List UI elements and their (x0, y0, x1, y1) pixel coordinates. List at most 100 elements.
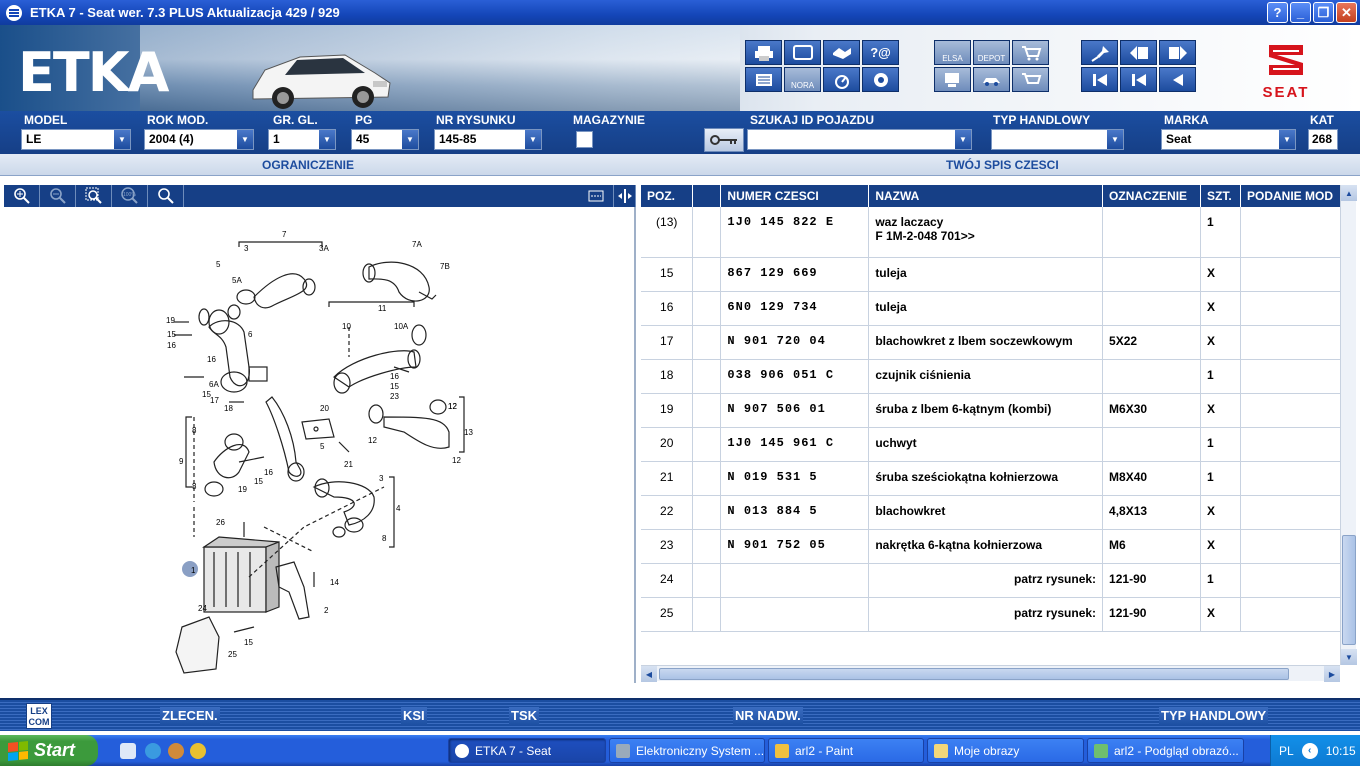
tray-arrow-icon[interactable]: ‹ (1301, 742, 1318, 759)
callout-label[interactable]: 14 (330, 578, 339, 587)
callout-label[interactable]: 16 (264, 468, 273, 477)
typ-handlowy-select[interactable]: ▼ (991, 129, 1124, 150)
kat-field[interactable]: 268 (1308, 129, 1338, 150)
back-icon[interactable] (1120, 67, 1157, 92)
messenger-icon[interactable] (168, 743, 184, 759)
callout-label[interactable]: 3 (244, 244, 249, 253)
callout-label[interactable]: 17 (210, 396, 219, 405)
col-podanie[interactable]: PODANIE MOD (1240, 185, 1356, 207)
rok-mod-select[interactable]: 2004 (4) ▼ (144, 129, 254, 150)
callout-label[interactable]: 15 (244, 638, 253, 647)
table-row[interactable]: (13) 1J0 145 822 Ewaz laczacy F 1M-2-048 7… (641, 207, 1356, 258)
zoom-out-icon[interactable] (40, 185, 76, 207)
callout-label[interactable]: 18 (224, 404, 233, 413)
typ-handlowy-button[interactable]: TYP HANDLOWY (1159, 707, 1269, 726)
pin-icon[interactable] (1081, 40, 1118, 65)
col-poz[interactable]: POZ. (641, 185, 694, 207)
search-icon[interactable] (148, 185, 184, 207)
nr-rysunku-select[interactable]: 145-85 ▼ (434, 129, 542, 150)
callout-label[interactable]: 16 (207, 355, 216, 364)
model-select[interactable]: LE ▼ (21, 129, 131, 150)
callout-label[interactable]: 24 (198, 604, 207, 613)
task-elektroniczny[interactable]: Elektroniczny System ... (609, 738, 765, 763)
minimize-button[interactable]: _ (1290, 2, 1311, 23)
szukaj-id-select[interactable]: ▼ (747, 129, 972, 150)
pg-select[interactable]: 45 ▼ (351, 129, 419, 150)
prev-icon[interactable] (1159, 67, 1196, 92)
callout-label[interactable]: 16 (390, 372, 399, 381)
table-row[interactable]: 15 867 129 669 tuleja X (641, 257, 1356, 292)
exploded-diagram[interactable]: 7 3 3A 5 5A 7A 7B 19 15 16 6 16 6A 15 17 18 10 11 10A 16 15 2… (4, 207, 636, 683)
close-button[interactable]: ✕ (1336, 2, 1357, 23)
zlecen-button[interactable]: ZLECEN. (160, 707, 220, 726)
col-blank[interactable] (692, 185, 722, 207)
callout-label[interactable]: 12 (452, 456, 461, 465)
next-page-icon[interactable] (1159, 40, 1196, 65)
language-indicator[interactable]: PL (1279, 744, 1294, 758)
table-row[interactable]: 25 patrz rysunek: 121-90 X (641, 597, 1356, 632)
table-row[interactable]: 20 1J0 145 961 C uchwyt 1 (641, 427, 1356, 462)
col-szt[interactable]: SZT. (1200, 185, 1241, 207)
callout-label[interactable]: 11 (378, 304, 387, 313)
callout-label[interactable]: 9 (179, 457, 184, 466)
media-icon[interactable] (190, 743, 206, 759)
callout-label[interactable]: 26 (216, 518, 225, 527)
callout-label[interactable]: 20 (320, 404, 329, 413)
table-row[interactable]: 24 patrz rysunek: 121-90 1 (641, 563, 1356, 598)
callout-label[interactable]: 21 (344, 460, 353, 469)
callout-label[interactable]: 15 (254, 477, 263, 486)
callout-label[interactable]: 15 (167, 330, 176, 339)
callout-label[interactable]: 15 (390, 382, 399, 391)
car-search-icon[interactable] (973, 67, 1010, 92)
start-button[interactable]: Start (0, 735, 98, 766)
table-row[interactable]: 21 N 019 531 5 śruba sześciokątna kołnierz… (641, 461, 1356, 496)
callout-label[interactable]: 2 (324, 606, 329, 615)
callout-label[interactable]: 1 (191, 566, 196, 575)
fit-width-icon[interactable] (578, 185, 614, 207)
callout-label[interactable]: 19 (166, 316, 175, 325)
depot-button[interactable]: DEPOT (973, 40, 1010, 65)
callout-label[interactable]: 5 (216, 260, 221, 269)
table-row[interactable]: 17 N 901 720 04 blachowkret z lbem soczewk… (641, 325, 1356, 360)
callout-label[interactable]: 5A (232, 276, 242, 285)
elsa-button[interactable]: ELSA (934, 40, 971, 65)
task-podglad[interactable]: arl2 - Podgląd obrazó... (1087, 738, 1244, 763)
task-paint[interactable]: arl2 - Paint (768, 738, 924, 763)
zoom-in-icon[interactable] (4, 185, 40, 207)
tsk-button[interactable]: TSK (509, 707, 539, 726)
callout-label[interactable]: 7A (412, 240, 422, 249)
prev-page-icon[interactable] (1120, 40, 1157, 65)
callout-label[interactable]: 12 (368, 436, 377, 445)
callout-label[interactable]: 6 (248, 330, 253, 339)
screen-icon[interactable] (784, 40, 821, 65)
desktop-icon[interactable] (120, 743, 136, 759)
callout-label[interactable]: 6A (209, 380, 219, 389)
table-row[interactable]: 16 6N0 129 734 tuleja X (641, 291, 1356, 326)
help-email-icon[interactable]: ?@ (862, 40, 899, 65)
callout-label[interactable]: 19 (238, 485, 247, 494)
callout-label[interactable]: 8 (382, 534, 387, 543)
help-button[interactable]: ? (1267, 2, 1288, 23)
list-icon[interactable] (745, 67, 782, 92)
key-icon[interactable] (704, 128, 744, 152)
basket-icon[interactable] (1012, 67, 1049, 92)
first-icon[interactable] (1081, 67, 1118, 92)
callout-label[interactable]: 10A (394, 322, 409, 331)
col-numer[interactable]: NUMER CZESCI (720, 185, 870, 207)
callout-label[interactable]: 16 (167, 341, 176, 350)
gr-gl-select[interactable]: 1 ▼ (268, 129, 336, 150)
callout-label[interactable]: 5 (320, 442, 325, 451)
nr-nadw-button[interactable]: NR NADW. (733, 707, 803, 726)
callout-label[interactable]: 3 (379, 474, 384, 483)
col-oznaczenie[interactable]: OZNACZENIE (1102, 185, 1202, 207)
callout-label[interactable]: 7 (282, 230, 287, 239)
ie-icon[interactable] (145, 743, 161, 759)
wheel-icon[interactable] (862, 67, 899, 92)
callout-label[interactable]: 4 (396, 504, 401, 513)
scale-icon[interactable] (823, 67, 860, 92)
task-moje-obrazy[interactable]: Moje obrazy (927, 738, 1084, 763)
callout-label[interactable]: 10 (342, 322, 351, 331)
vertical-scrollbar[interactable]: ▲ ▼ (1340, 185, 1357, 665)
table-row[interactable]: 22 N 013 884 5 blachowkret 4,8X13 X (641, 495, 1356, 530)
callout-label[interactable]: 7B (440, 262, 450, 271)
